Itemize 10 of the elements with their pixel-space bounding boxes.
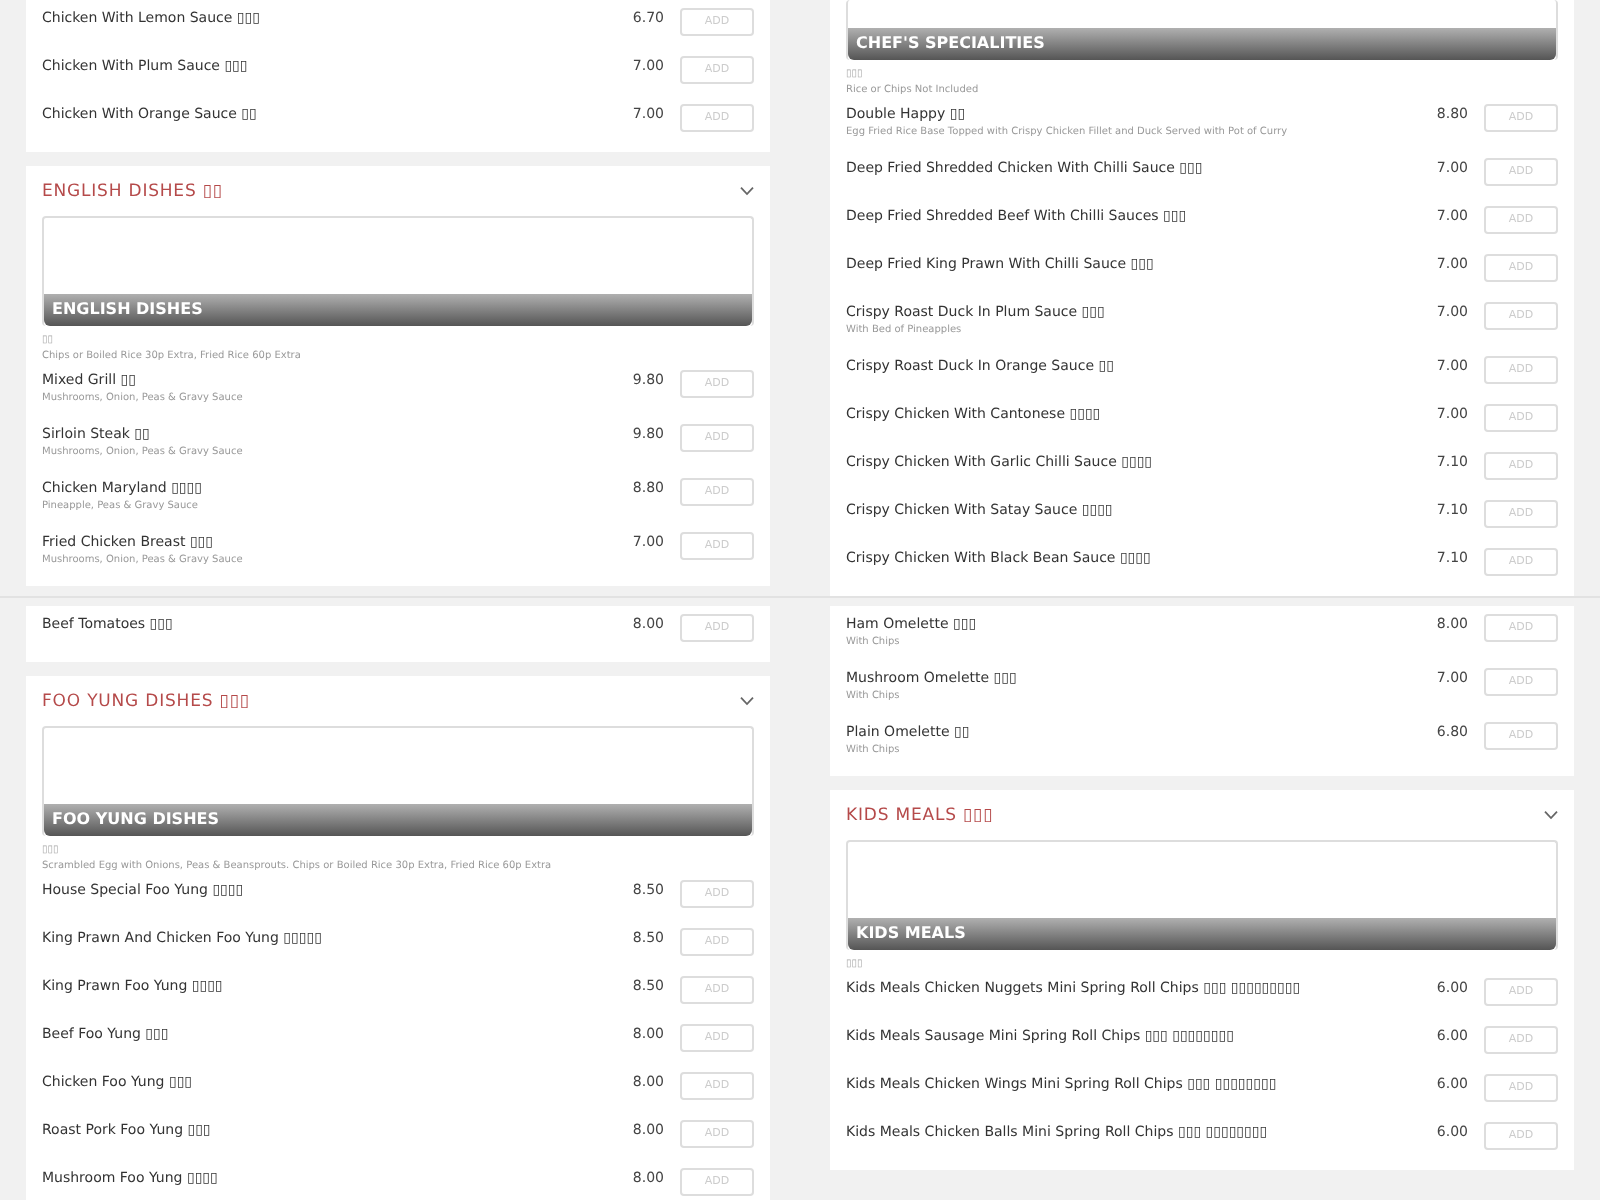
chevron-down-icon[interactable]: [740, 696, 754, 706]
section-title: FOO YUNG DISHES ▯▯▯: [42, 691, 250, 711]
banner-title: KIDS MEALS: [848, 918, 1556, 950]
chevron-down-icon[interactable]: [1544, 810, 1558, 820]
chevron-down-icon[interactable]: [740, 186, 754, 196]
banner-title: FOO YUNG DISHES: [44, 804, 752, 836]
banner-title: CHEF'S SPECIALITIES: [848, 28, 1556, 60]
banner-title: ENGLISH DISHES: [44, 294, 752, 326]
section-title: ENGLISH DISHES ▯▯: [42, 181, 224, 201]
section-title: KIDS MEALS ▯▯▯: [846, 805, 994, 825]
